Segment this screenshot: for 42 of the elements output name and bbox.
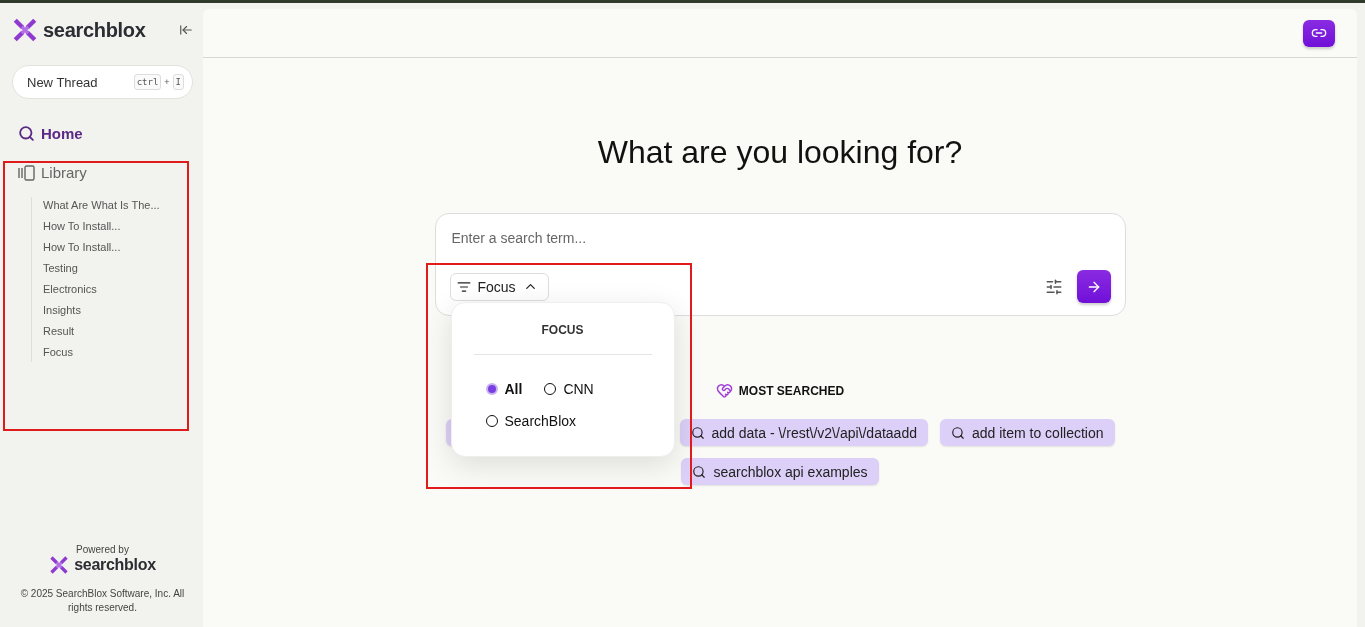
thread-history-link[interactable]: How To Install... — [43, 241, 121, 253]
search-icon — [950, 425, 965, 440]
keyboard-key: I — [172, 74, 184, 90]
search-icon — [690, 425, 705, 440]
radio-option[interactable]: CNN — [544, 381, 594, 397]
thread-history-link[interactable]: Insights — [43, 304, 81, 316]
keyboard-key: ctrl — [133, 74, 162, 90]
focus-dropdown-button[interactable]: Focus — [449, 272, 549, 301]
filter-icon — [456, 279, 471, 294]
library-icon — [18, 164, 35, 181]
radio-option[interactable]: SearchBlox — [485, 413, 577, 429]
search-suggestion-chip[interactable]: searchblox api examples — [681, 458, 879, 485]
search-field[interactable]: Enter a search term... — [449, 228, 1111, 248]
thread-history-link[interactable]: How To Install... — [43, 220, 121, 232]
menu-title: FOCUS — [473, 323, 652, 355]
brand-name: searchblox — [43, 18, 146, 42]
thread-history-link[interactable]: Focus — [43, 346, 73, 358]
brand-name: searchblox — [74, 556, 156, 574]
sliders-icon — [1044, 277, 1063, 296]
logo-icon — [49, 555, 70, 575]
search-suggestion-chip[interactable]: add item to collection — [939, 419, 1115, 446]
logo-icon — [12, 17, 38, 43]
submit-button[interactable] — [1076, 270, 1111, 303]
powered-by-text: Powered by — [76, 544, 129, 555]
nav-item[interactable]: Library — [18, 164, 193, 181]
search-suggestion-chip[interactable]: add data - \/rest\/v2\/api\/dataadd — [679, 419, 928, 446]
copyright-text: © 2025 SearchBlox Software, Inc. All rights reserved. — [19, 587, 186, 615]
page-heading: What are you looking for? — [597, 134, 963, 171]
thread-history-link[interactable]: What Are What Is The... — [43, 199, 160, 211]
search-icon — [692, 464, 707, 479]
plus-sign: + — [164, 77, 170, 87]
nav-item[interactable]: Home — [18, 125, 193, 142]
thread-history-link[interactable]: Testing — [43, 262, 78, 274]
new-thread-button[interactable]: New Thread ctrl + I — [12, 65, 193, 99]
share-link-button[interactable] — [1303, 19, 1335, 47]
thread-history-link[interactable]: Result — [43, 325, 75, 337]
settings-sliders-button[interactable] — [1044, 277, 1063, 296]
radio-option[interactable]: All — [485, 381, 523, 397]
thread-history-link[interactable]: Electronics — [43, 283, 97, 295]
collapse-sidebar-button[interactable] — [179, 23, 193, 37]
section-title: MOST SEARCHED — [738, 383, 845, 398]
search-icon — [18, 125, 35, 142]
